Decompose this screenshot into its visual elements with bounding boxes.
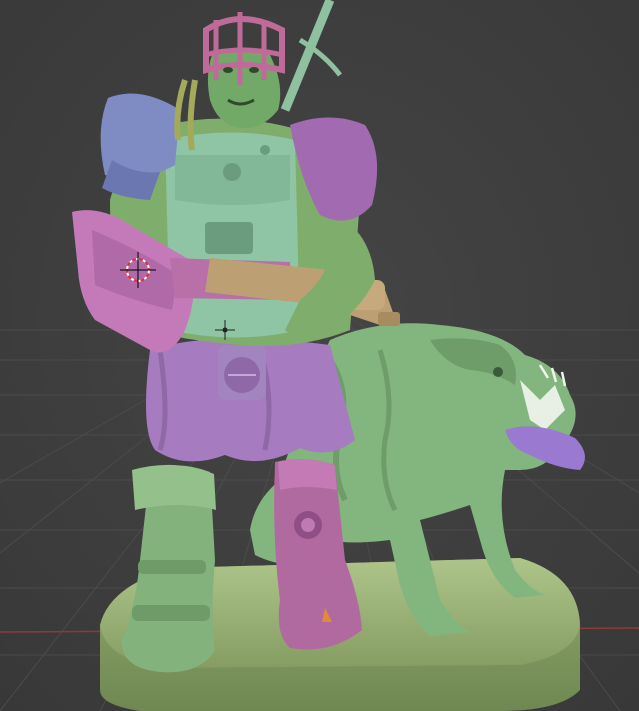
warrior-skirt bbox=[146, 338, 355, 462]
viewport-canvas[interactable] bbox=[0, 0, 639, 711]
3d-viewport[interactable] bbox=[0, 0, 639, 711]
